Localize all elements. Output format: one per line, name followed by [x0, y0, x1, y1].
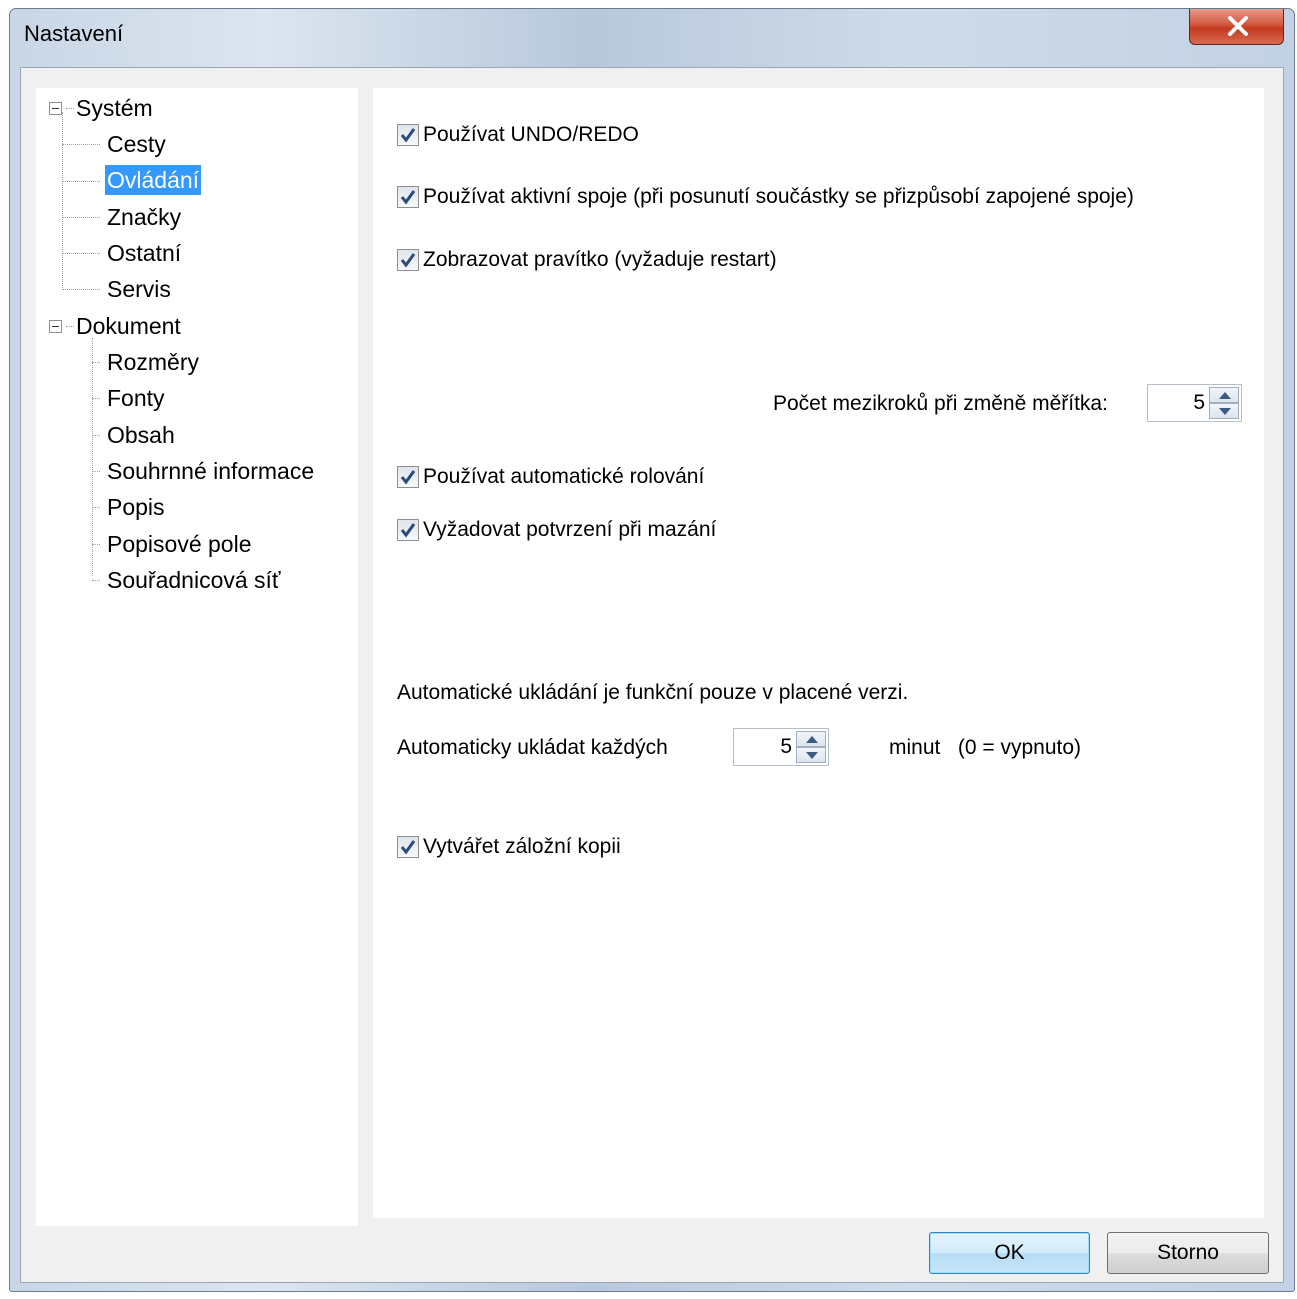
tree-group-system[interactable]: Systém — [74, 93, 155, 123]
backup-option[interactable]: Vytvářet záložní kopii — [397, 834, 621, 860]
tree-item-popisove-pole[interactable]: Popisové pole — [105, 529, 254, 559]
zoom-steps-value[interactable]: 5 — [1193, 391, 1205, 415]
tree-item-servis[interactable]: Servis — [105, 274, 173, 304]
tree-item-rozmery[interactable]: Rozměry — [105, 347, 201, 377]
ruler-checkbox[interactable] — [397, 249, 419, 271]
arrow-up-icon — [806, 736, 818, 743]
undo-redo-checkbox[interactable] — [397, 124, 419, 146]
tree-item-ovladani[interactable]: Ovládání — [105, 165, 202, 195]
undo-redo-label: Používat UNDO/REDO — [423, 123, 639, 146]
zoom-steps-spinner[interactable]: 5 — [1147, 384, 1242, 422]
autosave-note: Automatické ukládání je funkční pouze v … — [397, 681, 909, 704]
zoom-steps-down-button[interactable] — [1209, 403, 1239, 419]
ruler-option[interactable]: Zobrazovat pravítko (vyžaduje restart) — [397, 247, 777, 273]
checkmark-icon — [400, 840, 416, 855]
options-panel: Používat UNDO/REDO Používat aktivní spoj… — [373, 88, 1264, 1218]
cancel-button[interactable]: Storno — [1107, 1232, 1269, 1274]
zoom-steps-up-button[interactable] — [1209, 387, 1239, 403]
tree-item-souhrnne-informace[interactable]: Souhrnné informace — [105, 456, 316, 486]
tree-group-document[interactable]: Dokument — [74, 311, 183, 341]
autosave-label: Automaticky ukládat každých — [397, 736, 668, 759]
auto-scroll-checkbox[interactable] — [397, 466, 419, 488]
tree-item-znacky[interactable]: Značky — [105, 202, 183, 232]
settings-dialog: Nastavení Systém Cesty Ovládání Značky O… — [9, 8, 1295, 1292]
autosave-down-button[interactable] — [796, 747, 826, 763]
autosave-suffix: minut (0 = vypnuto) — [889, 736, 1082, 759]
auto-scroll-option[interactable]: Používat automatické rolování — [397, 464, 704, 490]
close-button[interactable] — [1189, 9, 1284, 45]
backup-checkbox[interactable] — [397, 836, 419, 858]
auto-scroll-label: Používat automatické rolování — [423, 465, 705, 488]
checkmark-icon — [400, 253, 416, 268]
checkmark-icon — [400, 523, 416, 538]
active-links-option[interactable]: Používat aktivní spoje (při posunutí sou… — [397, 184, 1134, 210]
checkmark-icon — [400, 470, 416, 485]
collapse-document-icon[interactable] — [49, 320, 62, 333]
active-links-checkbox[interactable] — [397, 186, 419, 208]
autosave-spinner[interactable]: 5 — [733, 728, 829, 766]
dialog-client-area: Systém Cesty Ovládání Značky Ostatní Ser… — [20, 67, 1284, 1283]
tree-item-cesty[interactable]: Cesty — [105, 129, 168, 159]
checkmark-icon — [400, 190, 416, 205]
confirm-delete-label: Vyžadovat potvrzení při mazání — [423, 518, 717, 541]
settings-tree: Systém Cesty Ovládání Značky Ostatní Ser… — [36, 88, 358, 1226]
tree-item-souradnicova-sit[interactable]: Souřadnicová síť — [105, 565, 283, 595]
ruler-label: Zobrazovat pravítko (vyžaduje restart) — [423, 248, 777, 271]
backup-label: Vytvářet záložní kopii — [423, 835, 621, 858]
autosave-value[interactable]: 5 — [780, 735, 792, 759]
confirm-delete-checkbox[interactable] — [397, 519, 419, 541]
ok-button[interactable]: OK — [929, 1232, 1090, 1274]
zoom-steps-label: Počet mezikroků při změně měřítka: — [773, 392, 1108, 415]
window-title: Nastavení — [24, 21, 124, 46]
active-links-label: Používat aktivní spoje (při posunutí sou… — [423, 185, 1134, 208]
tree-item-popis[interactable]: Popis — [105, 492, 167, 522]
checkmark-icon — [400, 128, 416, 143]
arrow-down-icon — [806, 752, 818, 759]
tree-item-obsah[interactable]: Obsah — [105, 420, 177, 450]
tree-item-ostatni[interactable]: Ostatní — [105, 238, 183, 268]
arrow-up-icon — [1219, 392, 1231, 399]
collapse-system-icon[interactable] — [49, 102, 62, 115]
tree-item-fonty[interactable]: Fonty — [105, 383, 167, 413]
arrow-down-icon — [1219, 408, 1231, 415]
confirm-delete-option[interactable]: Vyžadovat potvrzení při mazání — [397, 517, 716, 543]
undo-redo-option[interactable]: Používat UNDO/REDO — [397, 122, 639, 148]
autosave-up-button[interactable] — [796, 731, 826, 747]
close-icon — [1228, 16, 1248, 36]
